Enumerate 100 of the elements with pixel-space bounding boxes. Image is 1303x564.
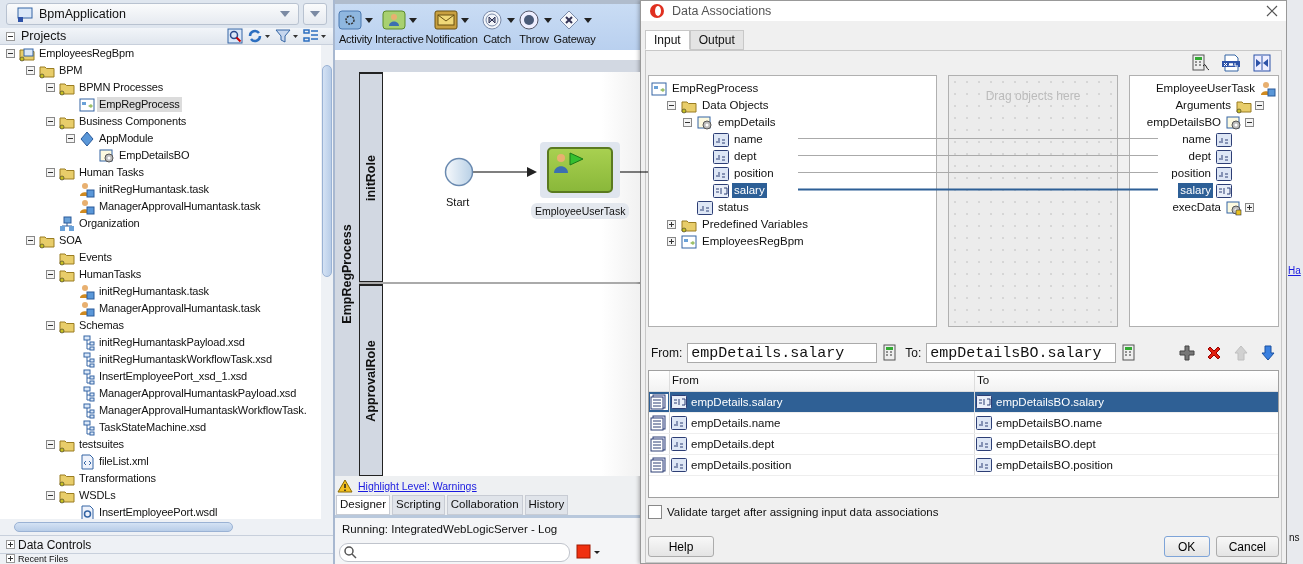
x-icon[interactable] — [1206, 345, 1222, 361]
tree-item[interactable]: fileList.xml — [97, 454, 151, 469]
tree-item[interactable]: SOA — [57, 233, 84, 248]
tree-toggle[interactable] — [1245, 203, 1254, 212]
tree-item[interactable]: EmployeeUserTask — [1153, 81, 1257, 96]
tree-item[interactable]: name — [1180, 132, 1213, 147]
tree-item[interactable]: salary — [732, 183, 767, 198]
tree-item[interactable]: initRegHumantask.task — [97, 284, 211, 299]
close-icon[interactable] — [1266, 5, 1278, 17]
horizontal-scrollbar[interactable] — [0, 519, 333, 535]
tree-item[interactable]: InsertEmployeePort.wsdl — [97, 505, 220, 519]
tree-item[interactable]: position — [732, 166, 776, 181]
tree-toggle[interactable] — [667, 220, 676, 229]
tree-item[interactable]: dept — [732, 149, 759, 164]
row-handle-icon[interactable] — [650, 394, 668, 410]
table-row[interactable]: empDetails.salary empDetailsBO.salary — [649, 392, 1278, 413]
column-header[interactable]: From — [669, 371, 974, 391]
tree-item[interactable]: Schemas — [77, 318, 126, 333]
editor-tab[interactable]: History — [524, 495, 569, 515]
tree-toggle[interactable] — [46, 117, 55, 126]
tree-item[interactable]: Human Tasks — [77, 165, 146, 180]
expand-toggle[interactable] — [6, 540, 15, 549]
tree-toggle[interactable] — [46, 270, 55, 279]
tree-item[interactable]: EmpRegProcess — [97, 97, 182, 112]
palette-tool[interactable]: Gateway — [552, 8, 597, 50]
row-handle-icon[interactable] — [650, 415, 668, 431]
expand-toggle[interactable] — [6, 554, 15, 563]
tree-item[interactable]: status — [716, 200, 751, 215]
tree-item[interactable]: HumanTasks — [77, 267, 144, 282]
collapse-arrows-icon[interactable] — [1253, 54, 1271, 72]
palette-tool[interactable]: Interactive — [374, 8, 425, 50]
tree-item[interactable]: Business Components — [77, 114, 189, 129]
editor-tab[interactable]: Scripting — [392, 495, 445, 515]
palette-tool[interactable]: Activity — [337, 8, 374, 50]
palette-tool[interactable]: Notification — [424, 8, 479, 50]
table-row[interactable]: empDetails.dept empDetailsBO.dept — [649, 434, 1278, 455]
vertical-scrollbar[interactable] — [321, 45, 333, 519]
checkbox[interactable] — [648, 505, 662, 519]
row-handle-icon[interactable] — [650, 457, 668, 473]
tree-item[interactable]: ManagerApprovalHumantask.task — [97, 301, 263, 316]
tree-item[interactable]: Arguments — [1173, 98, 1233, 113]
search-field[interactable] — [339, 542, 570, 562]
user-task[interactable] — [540, 142, 620, 198]
tree-item[interactable]: WSDLs — [77, 488, 118, 503]
tree-toggle[interactable] — [6, 49, 15, 58]
tree-item[interactable]: testsuites — [77, 437, 126, 452]
table-row[interactable]: empDetails.position empDetailsBO.position — [649, 455, 1278, 476]
tree-item[interactable]: BPM — [57, 63, 85, 78]
tree-item[interactable]: Events — [77, 250, 114, 265]
tree-item[interactable]: AppModule — [97, 131, 156, 146]
tree-item[interactable]: Data Objects — [700, 98, 771, 113]
from-field[interactable]: empDetails.salary — [687, 343, 878, 363]
tree-item[interactable]: ManagerApprovalHumantaskPayload.xsd — [97, 386, 299, 401]
start-event[interactable] — [444, 157, 474, 187]
tree-item[interactable]: salary — [1178, 183, 1213, 198]
tree-toggle[interactable] — [1255, 101, 1264, 110]
tree-toggle[interactable] — [26, 66, 35, 75]
calculator-icon[interactable] — [1191, 54, 1209, 72]
column-header[interactable]: To — [974, 371, 1278, 391]
down-arrow-icon[interactable] — [1260, 345, 1276, 361]
tree-item[interactable]: InsertEmployeePort_xsd_1.xsd — [97, 369, 250, 384]
tree-toggle[interactable] — [46, 83, 55, 92]
tree-item[interactable]: execData — [1170, 200, 1223, 215]
panel-title[interactable]: Data Controls — [18, 537, 92, 552]
tree-toggle[interactable] — [46, 491, 55, 500]
tree-item[interactable]: empDetailsBO — [1144, 115, 1223, 130]
layout-icon[interactable] — [303, 28, 327, 44]
palette-tool[interactable]: Catch — [478, 8, 516, 50]
tree-toggle[interactable] — [26, 236, 35, 245]
tree-item[interactable]: ManagerApprovalHumantaskWorkflowTask. — [97, 403, 309, 418]
editor-tab[interactable]: Designer — [336, 495, 391, 515]
tree-item[interactable]: initRegHumantaskPayload.xsd — [97, 335, 247, 350]
tree-item[interactable]: Transformations — [77, 471, 158, 486]
tree-item[interactable]: Predefined Variables — [700, 217, 810, 232]
tree-toggle[interactable] — [667, 101, 676, 110]
tree-item[interactable]: initRegHumantask.task — [97, 182, 211, 197]
tree-toggle[interactable] — [1245, 118, 1254, 127]
stop-icon[interactable] — [576, 544, 602, 560]
dialog-tab[interactable]: Input — [645, 30, 690, 50]
mapping-line[interactable] — [798, 188, 1158, 191]
filter-icon[interactable] — [275, 28, 299, 44]
tree-item[interactable]: dept — [1186, 149, 1213, 164]
ok-button[interactable]: OK — [1163, 536, 1210, 557]
tree-toggle[interactable] — [46, 168, 55, 177]
to-field[interactable]: empDetailsBO.salary — [926, 343, 1117, 363]
tree-item[interactable]: EmpRegProcess — [670, 81, 761, 96]
sync-icon[interactable] — [247, 28, 271, 44]
tree-item[interactable]: name — [732, 132, 765, 147]
tree-toggle[interactable] — [667, 237, 676, 246]
row-handle-icon[interactable] — [650, 436, 668, 452]
xml-document-icon[interactable] — [1221, 54, 1241, 72]
tree-item[interactable]: empDetails — [716, 115, 778, 130]
dialog-tab[interactable]: Output — [689, 30, 744, 50]
tree-toggle[interactable] — [66, 134, 75, 143]
search-icon[interactable] — [227, 28, 243, 44]
table-row[interactable]: empDetails.name empDetailsBO.name — [649, 413, 1278, 434]
tree-toggle[interactable] — [683, 118, 692, 127]
collapse-toggle[interactable] — [6, 31, 15, 41]
palette-tool[interactable]: Throw — [515, 8, 553, 50]
tree-item[interactable]: BPMN Processes — [77, 80, 166, 95]
